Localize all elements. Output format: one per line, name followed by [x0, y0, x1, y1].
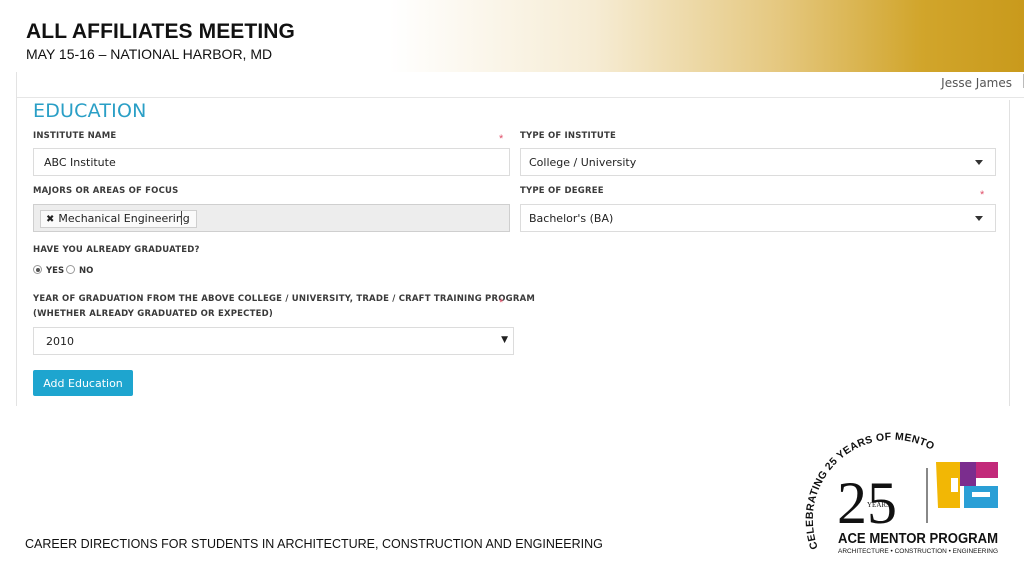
- graduated-no-radio[interactable]: [66, 265, 75, 274]
- major-tag: ✖ Mechanical Engineering: [40, 210, 197, 228]
- ace-a-hole: [951, 478, 958, 492]
- institute-type-select[interactable]: College / University: [520, 148, 996, 176]
- graduated-no-label[interactable]: NO: [79, 266, 93, 276]
- logo-program-name: ACE MENTOR PROGRAM: [838, 531, 998, 547]
- ace-e-bar: [972, 492, 990, 497]
- grad-year-select[interactable]: 2010 ▼: [33, 327, 514, 355]
- required-marker: *: [499, 297, 504, 309]
- required-marker: *: [499, 133, 504, 145]
- degree-type-label: TYPE OF DEGREE: [520, 186, 604, 196]
- footer-tagline: CAREER DIRECTIONS FOR STUDENTS IN ARCHIT…: [25, 537, 603, 551]
- chevron-down-icon: [975, 160, 983, 165]
- dropdown-arrow-icon: ▼: [501, 335, 508, 345]
- ace-c-top: [976, 462, 998, 478]
- user-bar: Jesse James: [17, 72, 1024, 98]
- degree-type-value: Bachelor's (BA): [529, 212, 614, 225]
- graduated-yes-label[interactable]: YES: [46, 266, 64, 276]
- content-divider: [1009, 100, 1010, 406]
- logo-tagline: ARCHITECTURE • CONSTRUCTION • ENGINEERIN…: [838, 548, 998, 555]
- slide-subtitle: MAY 15-16 – NATIONAL HARBOR, MD: [26, 46, 273, 62]
- institute-type-value: College / University: [529, 156, 637, 169]
- section-title-education: EDUCATION: [33, 100, 147, 122]
- slide-title: ALL AFFILIATES MEETING: [26, 20, 295, 43]
- text-cursor: [181, 211, 182, 225]
- institute-type-label: TYPE OF INSTITUTE: [520, 131, 617, 141]
- logo-years: YEARS: [867, 501, 890, 509]
- degree-type-select[interactable]: Bachelor's (BA): [520, 204, 996, 232]
- screenshot-frame: Jesse James EDUCATION INSTITUTE NAME * A…: [16, 72, 1024, 406]
- institute-name-value: ABC Institute: [44, 156, 116, 169]
- required-marker: *: [980, 189, 985, 201]
- user-name-link[interactable]: Jesse James: [941, 76, 1012, 90]
- ace-mark-icon: [936, 462, 998, 508]
- major-tag-label: Mechanical Engineering: [58, 212, 190, 225]
- institute-name-label: INSTITUTE NAME: [33, 131, 117, 141]
- ace-mentor-logo: CELEBRATING 25 YEARS OF MENTORING 1994-2…: [800, 420, 998, 555]
- ace-a-arm: [960, 462, 976, 486]
- majors-tag-input[interactable]: ✖ Mechanical Engineering: [33, 204, 510, 232]
- grad-year-label-note: (WHETHER ALREADY GRADUATED OR EXPECTED): [33, 309, 273, 319]
- grad-year-value: 2010: [46, 335, 74, 348]
- grad-year-label: YEAR OF GRADUATION FROM THE ABOVE COLLEG…: [33, 294, 536, 304]
- remove-tag-icon[interactable]: ✖: [46, 214, 54, 225]
- graduated-yes-radio[interactable]: [33, 265, 42, 274]
- institute-name-input[interactable]: ABC Institute: [33, 148, 510, 176]
- chevron-down-icon: [975, 216, 983, 221]
- graduated-label: HAVE YOU ALREADY GRADUATED?: [33, 245, 200, 255]
- add-education-button[interactable]: Add Education: [33, 370, 133, 396]
- majors-label: MAJORS OR AREAS OF FOCUS: [33, 186, 179, 196]
